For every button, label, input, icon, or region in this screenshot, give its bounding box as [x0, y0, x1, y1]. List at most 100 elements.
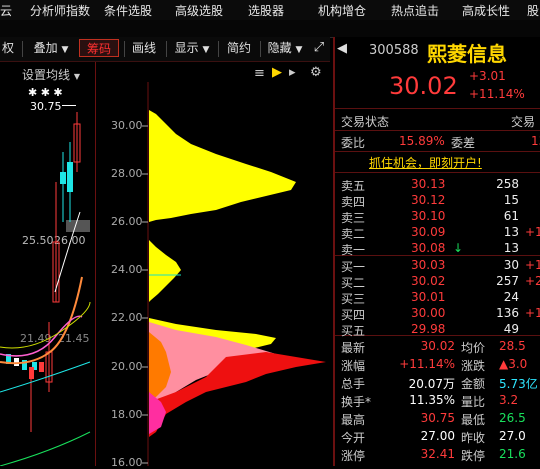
sells-row[interactable]: 卖三 30.10 61 — [341, 209, 540, 225]
book-volume: 257 — [496, 274, 519, 288]
chip-button[interactable]: 筹码 — [79, 39, 119, 57]
trade-status-row: 交易状态 交易 — [341, 113, 540, 129]
stat-value: 30.02 — [420, 339, 455, 353]
book-label: 买四 — [341, 308, 366, 322]
stock-name: 熙菱信息 — [427, 42, 507, 66]
book-label: 买一 — [341, 260, 366, 274]
tab-strip — [0, 20, 540, 38]
stat-row: 最高 30.75 最低 26.5 — [341, 411, 540, 427]
status-value: 交易 — [511, 115, 536, 129]
rights-button[interactable]: 权 — [0, 39, 16, 57]
stat-value: 32.41 — [420, 447, 455, 461]
stat-label: 均价 — [461, 341, 486, 355]
book-price: 30.09 — [411, 225, 446, 239]
stat-label: 金额 — [461, 377, 486, 391]
stat-value: 3.2 — [499, 393, 519, 407]
stat-row: 总手 20.07万 金额 5.73亿 — [341, 375, 540, 391]
menu-item-stock-picker[interactable]: 选股器 — [248, 2, 284, 19]
book-change: +1 — [525, 258, 540, 272]
weibi-label: 委比 — [341, 136, 366, 150]
ma-line — [0, 361, 91, 393]
weibi-value: 15.89% — [399, 134, 445, 148]
ma-line — [0, 301, 91, 349]
book-label: 卖四 — [341, 195, 366, 209]
book-label: 买三 — [341, 292, 366, 306]
stat-row: 涨幅 +11.14% 涨跌 ▲3.0 — [341, 357, 540, 373]
change-pct: +11.14% — [469, 87, 525, 101]
weicha-value: 13 — [531, 134, 540, 148]
stat-value: +11.14% — [399, 357, 455, 371]
stat-value: ▲3.0 — [499, 357, 528, 371]
menu-item-analyst-index[interactable]: 分析师指数 — [30, 2, 90, 19]
ma-line — [0, 431, 91, 466]
status-label: 交易状态 — [341, 115, 390, 129]
sells-row[interactable]: 卖四 30.12 15 — [341, 193, 540, 209]
stock-code: 300588 — [369, 43, 419, 58]
buys-row[interactable]: 买三 30.01 24 — [341, 290, 540, 306]
stat-value: 28.5 — [499, 339, 526, 353]
menu-item-high-growth[interactable]: 高成长性 — [462, 2, 510, 19]
candle — [29, 367, 34, 379]
book-change: +1 — [525, 306, 540, 320]
kline-chart[interactable]: 设置均线 ▼ ✱ ✱ ✱ 30.75 25.50 26.00 21.49 21.… — [0, 62, 95, 466]
menu-item-advanced-pick[interactable]: 高级选股 — [175, 2, 223, 19]
sells-row[interactable]: 卖二 30.09 13 +1 — [341, 225, 540, 241]
book-price: 30.03 — [411, 258, 446, 272]
weibi-row: 委比 15.89% 委差 13 — [341, 134, 540, 150]
stat-row: 涨停 32.41 跌停 21.6 — [341, 447, 540, 463]
book-volume: 49 — [503, 322, 519, 336]
stat-label: 今开 — [341, 431, 366, 445]
book-volume: 15 — [503, 193, 519, 207]
book-volume: 258 — [496, 177, 519, 191]
simple-button[interactable]: 简约 — [224, 39, 254, 57]
ma-line — [0, 276, 83, 365]
buys-row[interactable]: 买四 30.00 136 +1 — [341, 306, 540, 322]
stat-label: 最低 — [461, 413, 486, 427]
stat-row: 今开 27.00 昨收 27.0 — [341, 429, 540, 445]
display-button[interactable]: 显示 ▼ — [172, 39, 212, 57]
last-price: 30.02 — [389, 72, 458, 100]
stat-value: 11.35% — [409, 393, 455, 407]
stat-row: 换手* 11.35% 量比 3.2 — [341, 393, 540, 409]
book-volume: 136 — [496, 306, 519, 320]
stat-label: 最新 — [341, 341, 366, 355]
menu-item-institution-add[interactable]: 机构增仓 — [318, 2, 366, 19]
menu-item-hotspot[interactable]: 热点追击 — [391, 2, 439, 19]
menu-item-condition-pick[interactable]: 条件选股 — [104, 2, 152, 19]
book-label: 卖三 — [341, 211, 366, 225]
change-value: +3.01 — [469, 69, 506, 83]
hide-button[interactable]: 隐藏 ▼ — [264, 39, 306, 57]
sells-row[interactable]: 卖五 30.13 258 — [341, 177, 540, 193]
draw-line-button[interactable]: 画线 — [129, 39, 159, 57]
stat-label: 跌停 — [461, 449, 486, 463]
buys-row[interactable]: 买五 29.98 49 — [341, 322, 540, 338]
stat-value: 26.5 — [499, 411, 526, 425]
chip-area-mid — [149, 240, 181, 302]
book-volume: 30 — [503, 258, 519, 272]
book-label: 卖二 — [341, 227, 366, 241]
stat-label: 涨幅 — [341, 359, 366, 373]
stat-label: 最高 — [341, 413, 366, 427]
nav-left-icon[interactable]: ◀ — [337, 41, 347, 56]
book-volume: 61 — [503, 209, 519, 223]
candle — [67, 162, 73, 192]
open-account-link[interactable]: 抓住机会，即刻开户! — [369, 154, 482, 171]
chip-area-upper — [149, 110, 296, 222]
display-label: 显示 — [174, 41, 199, 55]
sells-row[interactable]: 卖一 30.08 13 ↓ — [341, 241, 540, 257]
chevron-down-icon: ▼ — [295, 45, 303, 55]
kline-svg — [0, 112, 91, 466]
candle — [14, 358, 19, 366]
candle — [39, 362, 44, 372]
chip-distribution[interactable]: ≡ ▶ ▸ ⚙ 30.00 28.00 26.00 24.00 22.00 20… — [96, 62, 333, 469]
book-label: 买二 — [341, 276, 366, 290]
overlay-button[interactable]: 叠加 ▼ — [30, 39, 72, 57]
expand-icon[interactable]: ⤢ — [311, 39, 327, 57]
weicha-label: 委差 — [451, 136, 476, 150]
menu-item-yun[interactable]: 云 — [0, 2, 12, 19]
buys-row[interactable]: 买二 30.02 257 +24 — [341, 274, 540, 290]
menu-item-stock[interactable]: 股 — [527, 2, 539, 19]
book-price: 30.13 — [411, 177, 446, 191]
buys-row[interactable]: 买一 30.03 30 +1 — [341, 258, 540, 274]
quote-panel: ◀ 300588 熙菱信息 30.02 +3.01 +11.14% 交易状态 交… — [333, 37, 540, 466]
